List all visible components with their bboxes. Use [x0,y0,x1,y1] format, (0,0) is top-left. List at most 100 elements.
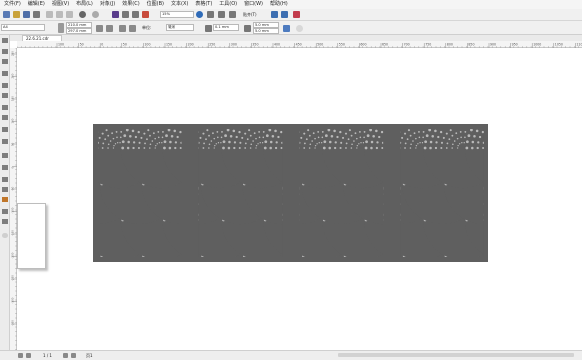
add-tool-icon[interactable] [2,233,8,238]
menu-bitmaps[interactable]: 位图(B) [147,0,164,9]
vertical-ruler-ticks: 250200150100500-50-100-150-200-250-300-3… [10,48,17,350]
menu-window[interactable]: 窗口(W) [244,0,263,9]
units-select[interactable]: 毫米 [166,24,194,31]
landscape-icon[interactable] [106,25,113,32]
last-page-icon[interactable] [71,353,76,358]
menu-help[interactable]: 帮助(H) [270,0,288,9]
color-eyedropper-tool-icon[interactable] [2,197,8,202]
import-icon[interactable] [122,11,129,18]
polygon-tool-icon[interactable] [2,127,8,132]
ruler-label: 900 [490,43,496,47]
ellipse-tool-icon[interactable] [2,115,8,120]
menu-effects[interactable]: 效果(C) [122,0,139,9]
pick-tool-icon[interactable] [2,38,8,43]
save-icon[interactable] [23,11,30,18]
zoom-level-field[interactable]: 15% [160,11,194,18]
freehand-tool-icon[interactable] [2,83,8,88]
horizontal-ruler-ticks: 100 50 0 50 100 150 200 250 300 350 400 450 500 550 60… [17,41,582,48]
ruler-label: 50 [11,142,15,146]
menu-layout[interactable]: 布局(L) [76,0,93,9]
ruler-label: 1100 [576,43,582,47]
add-preset-icon[interactable] [296,25,303,32]
ruler-label: 400 [274,43,280,47]
menu-edit[interactable]: 编辑(E) [28,0,45,9]
crop-tool-icon[interactable] [2,59,8,64]
menu-text[interactable]: 文本(X) [171,0,188,9]
ruler-label: 1050 [555,43,563,47]
menu-view[interactable]: 视图(V) [52,0,69,9]
parallel-dimension-tool-icon[interactable] [2,153,8,158]
ruler-label: 200 [188,43,194,47]
ruler-label: -100 [11,207,15,213]
export-icon[interactable] [132,11,139,18]
next-page-icon[interactable] [63,353,68,358]
options-icon[interactable] [271,11,278,18]
show-rulers-icon[interactable] [207,11,214,18]
drop-shadow-tool-icon[interactable] [2,177,8,182]
make-page-current-icon[interactable] [283,25,290,32]
ruler-label: -250 [11,275,15,281]
publish-pdf-icon[interactable] [142,11,149,18]
page-tab[interactable]: 页1 [86,353,93,358]
property-bar: A4 210.0 mm 297.0 mm 单位: 毫米 0.1 mm 5.0 m… [0,21,582,35]
copy-icon[interactable] [56,11,63,18]
print-icon[interactable] [33,11,40,18]
new-document-icon[interactable] [3,11,10,18]
all-pages-icon[interactable] [119,25,126,32]
ruler-label: -150 [11,230,15,236]
status-bar: 1 / 1 页1 [0,350,582,360]
menu-bar: 文件(F) 编辑(E) 视图(V) 布局(L) 对象(J) 效果(C) 位图(B) 文本(X)… [0,0,582,9]
interactive-fill-tool-icon[interactable] [2,209,8,214]
page-size-select[interactable]: A4 [1,24,45,31]
ruler-label: 700 [404,43,410,47]
previous-page-icon[interactable] [26,353,31,358]
zoom-tool-icon[interactable] [2,71,8,76]
first-page-icon[interactable] [18,353,23,358]
ruler-label: 50 [123,43,127,47]
portrait-icon[interactable] [96,25,103,32]
duplicate-distance-y-field[interactable]: 5.0 mm [253,28,279,34]
cut-icon[interactable] [46,11,53,18]
ruler-label: 600 [360,43,366,47]
app-launcher-icon[interactable] [281,11,288,18]
undo-icon[interactable] [79,11,86,18]
redo-icon[interactable] [92,11,99,18]
page-counter: 1 / 1 [43,353,52,358]
show-grid-icon[interactable] [218,11,225,18]
horizontal-ruler[interactable]: 100 50 0 50 100 150 200 250 300 350 400 450 500 550 60… [17,41,582,48]
connector-tool-icon[interactable] [2,165,8,170]
units-label: 单位: [142,25,151,30]
ruler-label: 1000 [533,43,541,47]
menu-tools[interactable]: 工具(O) [219,0,237,9]
ruler-label: 300 [231,43,237,47]
paste-icon[interactable] [66,11,73,18]
welcome-screen-icon[interactable] [293,11,300,18]
open-folder-icon[interactable] [13,11,20,18]
ruler-label: 650 [382,43,388,47]
page-dimensions-icon [58,23,64,33]
current-page-icon[interactable] [129,25,136,32]
search-content-icon[interactable] [112,11,119,18]
show-guidelines-icon[interactable] [229,11,236,18]
menu-table[interactable]: 表格(T) [195,0,212,9]
ruler-label: 950 [512,43,518,47]
decorative-panel-artwork[interactable] [93,124,488,262]
text-tool-icon[interactable] [2,139,8,144]
vertical-ruler[interactable]: 250 200 150 100 50 0 -50 -100 -150 -200 -250 -300 -3… [10,48,17,350]
shape-tool-icon[interactable] [2,49,8,54]
menu-object[interactable]: 对象(J) [100,0,115,9]
duplicate-distance-icon [244,25,251,32]
transparency-tool-icon[interactable] [2,187,8,192]
nudge-distance-field[interactable]: 0.1 mm [213,24,239,31]
ruler-label: 100 [11,118,15,123]
page-height-field[interactable]: 297.0 mm [66,28,92,34]
artistic-media-tool-icon[interactable] [2,93,8,98]
snap-to-dropdown[interactable]: 贴齐(T) [243,12,257,17]
ruler-label: 150 [166,43,172,47]
smart-fill-tool-icon[interactable] [2,219,8,224]
ruler-label: 150 [11,96,15,101]
rectangle-tool-icon[interactable] [2,105,8,110]
horizontal-scrollbar[interactable] [338,353,574,357]
full-screen-icon[interactable] [196,11,203,18]
menu-file[interactable]: 文件(F) [4,0,21,9]
